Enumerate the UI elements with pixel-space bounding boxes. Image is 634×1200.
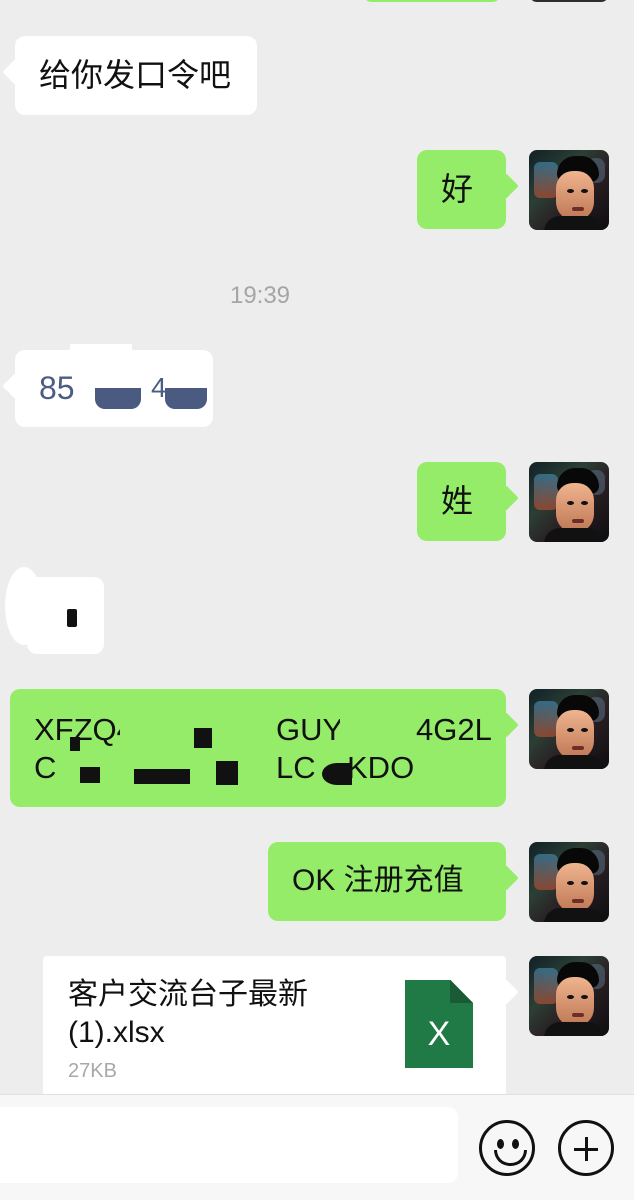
- message-text: 给你发口令吧: [39, 57, 232, 93]
- avatar-eye: [567, 501, 574, 505]
- message-timestamp: 19:39: [229, 282, 291, 309]
- file-size: 27KB: [68, 1060, 117, 1082]
- avatar-background-light: [534, 162, 558, 198]
- received-message-bubble[interactable]: 给你发口令吧: [15, 36, 257, 115]
- avatar-shirt: [544, 528, 604, 542]
- avatar-mouth: [572, 519, 584, 523]
- redaction-mask: [95, 388, 141, 409]
- code-line-start: XFZQ4: [34, 712, 134, 747]
- avatar-eye: [567, 189, 574, 193]
- code-fragment: GUY: [276, 712, 344, 747]
- avatar-mouth: [572, 207, 584, 211]
- redaction-mask: [322, 763, 352, 785]
- sent-long-code-bubble[interactable]: XFZQ4 GUY 4G2L C LC KDO: [10, 689, 506, 807]
- avatar-background-light: [534, 854, 558, 890]
- avatar-mouth: [572, 1013, 584, 1017]
- avatar-eye: [581, 501, 588, 505]
- avatar[interactable]: [529, 956, 609, 1036]
- message-text: 姓: [441, 483, 474, 519]
- emoji-mouth-icon: [494, 1150, 527, 1166]
- emoji-right-eye-icon: [512, 1139, 519, 1149]
- excel-file-message[interactable]: 客户交流台子最新 (1).xlsx 27KB X: [43, 956, 506, 1098]
- excel-letter-icon: X: [427, 1015, 451, 1053]
- redaction-mask: [216, 761, 238, 785]
- sent-message-bubble[interactable]: 姓: [417, 462, 506, 541]
- message-text: OK 注册充值: [292, 864, 464, 897]
- code-fragment: LC: [276, 750, 316, 785]
- avatar-face: [556, 483, 594, 533]
- avatar-shirt: [544, 216, 604, 230]
- redaction-mask: [134, 769, 190, 784]
- avatar[interactable]: [529, 689, 609, 769]
- avatar-mouth: [572, 746, 584, 750]
- redaction-mask: [80, 767, 100, 783]
- redaction-mask: [5, 567, 43, 645]
- avatar-face: [556, 171, 594, 221]
- message-text: 好: [441, 171, 474, 207]
- avatar-eye: [581, 881, 588, 885]
- redaction-mask: [340, 699, 410, 745]
- message-input[interactable]: [0, 1107, 458, 1183]
- avatar[interactable]: [529, 150, 609, 230]
- avatar-shirt: [544, 908, 604, 922]
- avatar-eye: [581, 995, 588, 999]
- previous-sent-bubble[interactable]: [362, 0, 502, 2]
- emoji-button[interactable]: [479, 1120, 535, 1176]
- received-code-bubble[interactable]: 85 4: [15, 344, 213, 427]
- code-fragment: 4G2L: [416, 712, 492, 747]
- plus-button[interactable]: [558, 1120, 614, 1176]
- avatar-shirt: [544, 1022, 604, 1036]
- avatar[interactable]: [529, 842, 609, 922]
- avatar-eye: [567, 728, 574, 732]
- avatar-face: [556, 977, 594, 1027]
- avatar-eye: [567, 881, 574, 885]
- file-name-line-2: (1).xlsx: [68, 1016, 165, 1049]
- redaction-mask: [70, 344, 132, 370]
- file-name-line-1: 客户交流台子最新: [68, 978, 308, 1011]
- avatar-face: [556, 710, 594, 760]
- redaction-mask: [70, 737, 80, 751]
- redaction-mask: [165, 388, 207, 409]
- redaction-mask: [194, 728, 212, 748]
- code-line-start: C: [34, 750, 57, 785]
- avatar-eye: [581, 728, 588, 732]
- received-redacted-bubble[interactable]: [5, 567, 104, 654]
- avatar-mouth: [572, 899, 584, 903]
- avatar-background-light: [534, 968, 558, 1004]
- previous-avatar[interactable]: [529, 0, 609, 2]
- avatar-face: [556, 863, 594, 913]
- sent-message-bubble[interactable]: OK 注册充值: [268, 842, 506, 921]
- sent-message-bubble[interactable]: 好: [417, 150, 506, 229]
- chat-screen: 给你发口令吧 好 19:39 85 4 姓 XFZQ4 GUY 4G2L C L…: [0, 0, 634, 1200]
- plus-vertical-icon: [585, 1137, 588, 1161]
- avatar[interactable]: [529, 462, 609, 542]
- avatar-background-light: [534, 474, 558, 510]
- avatar-eye: [581, 189, 588, 193]
- file-name: 客户交流台子最新 (1).xlsx: [68, 976, 368, 1052]
- chat-input-bar: [0, 1094, 634, 1200]
- code-fragment: KDO: [347, 750, 415, 785]
- avatar-eye: [567, 995, 574, 999]
- avatar-background-light: [534, 701, 558, 737]
- redaction-mask: [67, 609, 77, 627]
- excel-file-fold-icon: [450, 980, 473, 1003]
- emoji-left-eye-icon: [497, 1139, 504, 1149]
- avatar-shirt: [544, 755, 604, 769]
